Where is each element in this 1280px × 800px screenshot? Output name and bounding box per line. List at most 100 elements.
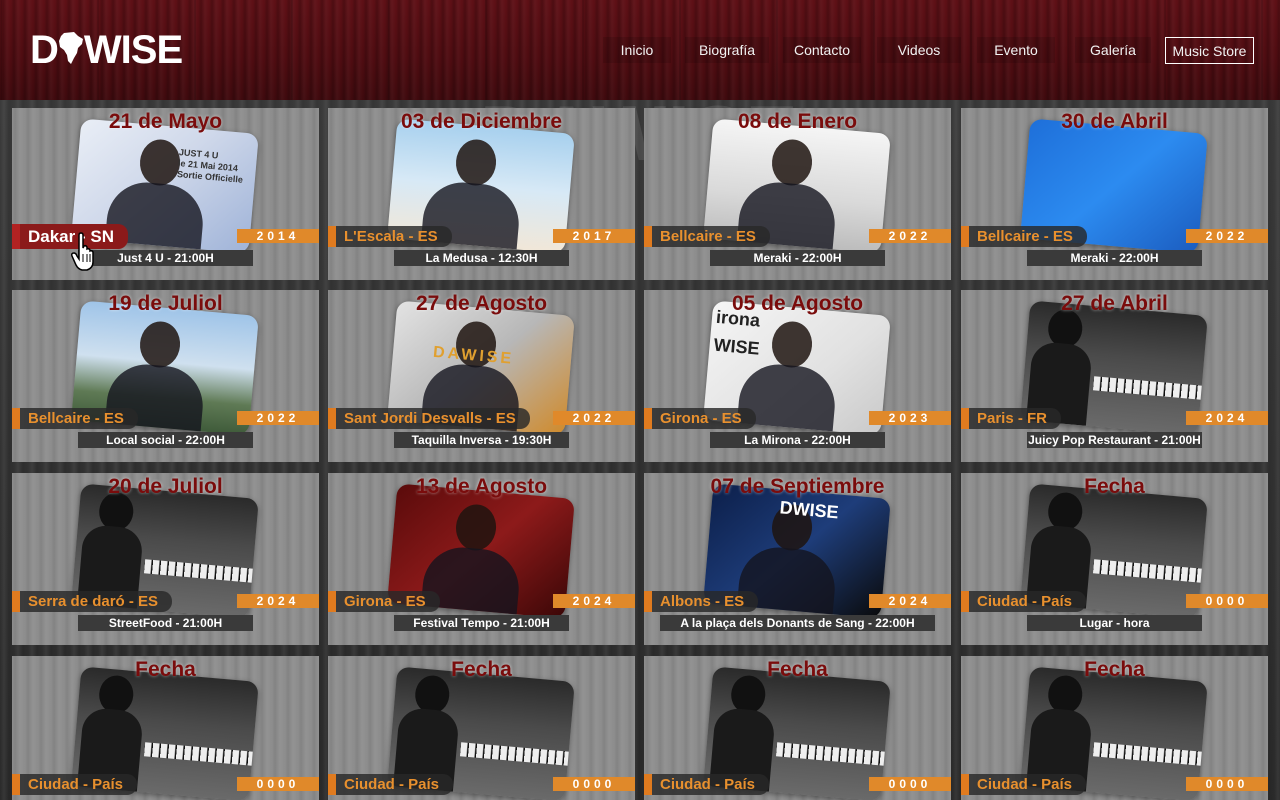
event-venue-time: Lugar - hora xyxy=(1027,615,1202,631)
event-date: 05 de Agosto xyxy=(731,292,864,315)
event-date: Fecha xyxy=(135,658,196,681)
photo-figure-head xyxy=(138,137,182,188)
piano-keys xyxy=(143,742,259,767)
event-location[interactable]: Girona - ES xyxy=(328,591,440,612)
africa-map-icon xyxy=(58,32,83,64)
event-venue-time: La Medusa - 12:30H xyxy=(394,250,569,266)
event-year: 0000 xyxy=(869,777,951,791)
nav-biografia[interactable]: Biografía xyxy=(685,37,769,63)
event-card[interactable]: 13 de Agosto Girona - ES 2024 Festival Temp… xyxy=(328,473,635,645)
event-location[interactable]: Serra de daró - ES xyxy=(12,591,173,612)
event-date: Fecha xyxy=(1084,475,1145,498)
dawise-logo[interactable]: D WISE xyxy=(30,28,183,72)
piano-keys xyxy=(1092,742,1208,767)
piano-keys xyxy=(143,559,259,584)
photo-figure-head xyxy=(770,137,814,188)
event-location[interactable]: Girona - ES xyxy=(644,408,756,429)
nav-evento[interactable]: Evento xyxy=(977,37,1055,63)
event-location[interactable]: Ciudad - País xyxy=(644,774,770,795)
event-location[interactable]: Bellcaire - ES xyxy=(12,408,138,429)
event-venue-time: StreetFood - 21:00H xyxy=(78,615,253,631)
event-venue-time: Local social - 22:00H xyxy=(78,432,253,448)
event-venue-time: La Mirona - 22:00H xyxy=(710,432,885,448)
piano-keys xyxy=(1092,376,1208,401)
event-date: 27 de Agosto xyxy=(415,292,548,315)
event-date: Fecha xyxy=(451,658,512,681)
event-date: 27 de Abril xyxy=(1061,292,1168,315)
site-header: D WISE Inicio Biografía Contacto Videos E… xyxy=(0,0,1280,100)
photo-figure-head xyxy=(138,319,182,370)
event-location[interactable]: Ciudad - País xyxy=(961,774,1087,795)
event-card[interactable]: 08 de Enero Bellcaire - ES 2022 Meraki - 22… xyxy=(644,108,951,280)
event-date: 03 de Diciembre xyxy=(400,110,563,133)
event-card[interactable]: 27 de Abril Paris - FR 2024 Juicy Pop Resta… xyxy=(961,290,1268,462)
logo-letter-d: D xyxy=(30,28,59,72)
photo-figure-head xyxy=(454,502,498,553)
logo-wise: WISE xyxy=(83,28,183,72)
event-location[interactable]: Bellcaire - ES xyxy=(644,226,770,247)
event-card[interactable]: Fecha Ciudad - País 0000 xyxy=(328,656,635,800)
piano-keys xyxy=(1092,559,1208,584)
event-location[interactable]: Dakar - SN xyxy=(12,224,128,249)
event-venue-time: A la plaça dels Donants de Sang - 22:00H xyxy=(660,615,935,631)
event-card[interactable]: 20 de Juliol Serra de daró - ES 2024 Street… xyxy=(12,473,319,645)
photo-figure-head xyxy=(770,319,814,370)
event-year: 0000 xyxy=(1186,777,1268,791)
event-year: 2023 xyxy=(869,411,951,425)
events-grid: DAWISE JUST 4 U le 21 Mai 2014 Sortie Of… xyxy=(0,100,1280,800)
nav-inicio[interactable]: Inicio xyxy=(603,37,671,63)
piano-keys xyxy=(775,742,891,767)
event-card[interactable]: 03 de Diciembre L'Escala - ES 2017 La Medus… xyxy=(328,108,635,280)
event-card[interactable]: 19 de Juliol Bellcaire - ES 2022 Local soci… xyxy=(12,290,319,462)
event-card[interactable]: DAWISE 27 de Agosto Sant Jordi Desvalls - … xyxy=(328,290,635,462)
event-date: 30 de Abril xyxy=(1061,110,1168,133)
event-location[interactable]: Ciudad - País xyxy=(12,774,138,795)
event-year: 0000 xyxy=(237,777,319,791)
piano-keys xyxy=(459,742,575,767)
event-location[interactable]: Sant Jordi Desvalls - ES xyxy=(328,408,530,429)
event-venue-time: Just 4 U - 21:00H xyxy=(78,250,253,266)
event-location[interactable]: Bellcaire - ES xyxy=(961,226,1087,247)
nav-videos[interactable]: Videos xyxy=(877,37,961,63)
event-date: 07 de Septiembre xyxy=(710,475,885,498)
event-year: 2022 xyxy=(1186,229,1268,243)
event-card[interactable]: JUST 4 U le 21 Mai 2014 Sortie Officiell… xyxy=(12,108,319,280)
event-card[interactable]: Fecha Ciudad - País 0000 xyxy=(644,656,951,800)
poster-text: JUST 4 U le 21 Mai 2014 Sortie Officiell… xyxy=(176,147,244,185)
event-venue-time: Festival Tempo - 21:00H xyxy=(394,615,569,631)
nav-galeria[interactable]: Galería xyxy=(1075,37,1151,63)
photo-figure-head xyxy=(454,137,498,188)
event-date: Fecha xyxy=(767,658,828,681)
nav-music-store[interactable]: Music Store xyxy=(1165,37,1254,64)
event-card[interactable]: 30 de Abril Bellcaire - ES 2022 Meraki - 22… xyxy=(961,108,1268,280)
nav-contacto[interactable]: Contacto xyxy=(783,37,861,63)
event-location[interactable]: Ciudad - País xyxy=(961,591,1087,612)
event-year: 2017 xyxy=(553,229,635,243)
event-year: 2022 xyxy=(553,411,635,425)
event-date: 21 de Mayo xyxy=(108,110,223,133)
event-location[interactable]: Albons - ES xyxy=(644,591,759,612)
event-year: 2024 xyxy=(553,594,635,608)
event-date: 13 de Agosto xyxy=(415,475,548,498)
event-card[interactable]: DWISE 07 de Septiembre Albons - ES 2024 A la… xyxy=(644,473,951,645)
event-year: 0000 xyxy=(553,777,635,791)
event-date: 20 de Juliol xyxy=(108,475,223,498)
event-location[interactable]: Ciudad - País xyxy=(328,774,454,795)
event-venue-time: Taquilla Inversa - 19:30H xyxy=(394,432,569,448)
event-year: 2024 xyxy=(237,594,319,608)
event-date: 08 de Enero xyxy=(737,110,858,133)
event-year: 2022 xyxy=(869,229,951,243)
event-year: 2024 xyxy=(1186,411,1268,425)
event-card[interactable]: Fecha Ciudad - País 0000 xyxy=(961,656,1268,800)
event-date: 19 de Juliol xyxy=(108,292,223,315)
event-card[interactable]: Fecha Ciudad - País 0000 Lugar - hora xyxy=(961,473,1268,645)
event-location[interactable]: Paris - FR xyxy=(961,408,1062,429)
event-year: 2024 xyxy=(869,594,951,608)
event-card[interactable]: Fecha Ciudad - País 0000 xyxy=(12,656,319,800)
event-year: 2014 xyxy=(237,229,319,243)
event-venue-time: Meraki - 22:00H xyxy=(710,250,885,266)
event-card[interactable]: irona WISE 05 de Agosto Girona - ES 2023 La … xyxy=(644,290,951,462)
event-location[interactable]: L'Escala - ES xyxy=(328,226,452,247)
event-year: 2022 xyxy=(237,411,319,425)
event-date: Fecha xyxy=(1084,658,1145,681)
